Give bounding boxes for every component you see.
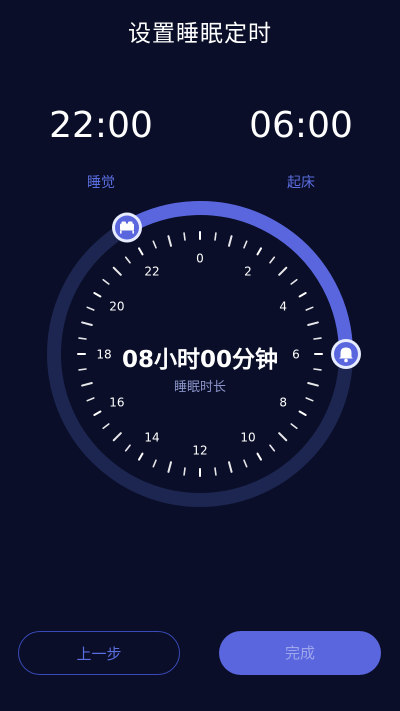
- dial-tick: [102, 423, 110, 430]
- dial-hour-label: 2: [244, 264, 252, 278]
- previous-step-button[interactable]: 上一步: [18, 631, 180, 675]
- dial-tick: [256, 247, 262, 256]
- dial-tick: [124, 444, 131, 452]
- done-button[interactable]: 完成: [219, 631, 381, 675]
- dial-tick: [298, 292, 307, 298]
- dial-tick: [93, 292, 102, 298]
- dial-hour-label: 0: [196, 252, 204, 266]
- dial-tick: [86, 306, 95, 311]
- dial-hour-label: 4: [279, 300, 287, 314]
- dial-tick: [305, 397, 314, 402]
- dial-hour-label: 10: [240, 431, 255, 445]
- dial-tick: [86, 397, 95, 402]
- sleep-duration: 08小时00分钟: [121, 347, 278, 373]
- dial-tick: [305, 306, 314, 311]
- dial-tick: [256, 452, 262, 461]
- dial-tick: [269, 444, 276, 452]
- dial-tick: [167, 235, 173, 247]
- dial-tick: [152, 240, 157, 249]
- dial-hour-label: 12: [192, 444, 207, 458]
- dial-tick: [307, 321, 319, 327]
- dial-tick: [269, 256, 276, 264]
- sleep-arc: [120, 201, 353, 361]
- dial-tick: [278, 432, 288, 442]
- dial-tick: [102, 278, 110, 285]
- dial-tick: [290, 423, 298, 430]
- dial-tick: [78, 337, 87, 340]
- dial-tick: [112, 432, 122, 442]
- dial-hour-label: 8: [279, 396, 287, 410]
- dial-tick: [112, 266, 122, 276]
- dial-hour-label: 20: [109, 300, 124, 314]
- dial-tick: [183, 467, 186, 476]
- dial-hour-label: 16: [109, 396, 124, 410]
- dial-tick: [167, 461, 173, 473]
- dial-tick: [243, 459, 248, 468]
- dial-tick: [227, 461, 233, 473]
- dial-tick: [81, 321, 93, 327]
- dial-tick: [290, 278, 298, 285]
- dial-tick: [227, 235, 233, 247]
- dial-tick: [152, 459, 157, 468]
- dial-hour-label: 22: [144, 264, 159, 278]
- dial-tick: [298, 410, 307, 416]
- sleep-timer-screen: 设置睡眠定时 22:00 06:00 睡觉 起床 0 2 4 6 8 10 12 14 16 18…: [0, 0, 400, 711]
- dial-tick: [214, 232, 217, 241]
- dial-tick: [138, 452, 144, 461]
- dial-tick: [313, 337, 322, 340]
- dial-tick: [243, 240, 248, 249]
- dial-hour-label: 14: [144, 431, 159, 445]
- dial-tick: [183, 232, 186, 241]
- dial-tick: [214, 467, 217, 476]
- dial-tick: [93, 410, 102, 416]
- dial-tick: [124, 256, 131, 264]
- sleep-duration-label: 睡眠时长: [173, 380, 226, 395]
- dial-tick: [278, 266, 288, 276]
- sleep-handle[interactable]: [112, 212, 142, 243]
- dial-tick: [138, 247, 144, 256]
